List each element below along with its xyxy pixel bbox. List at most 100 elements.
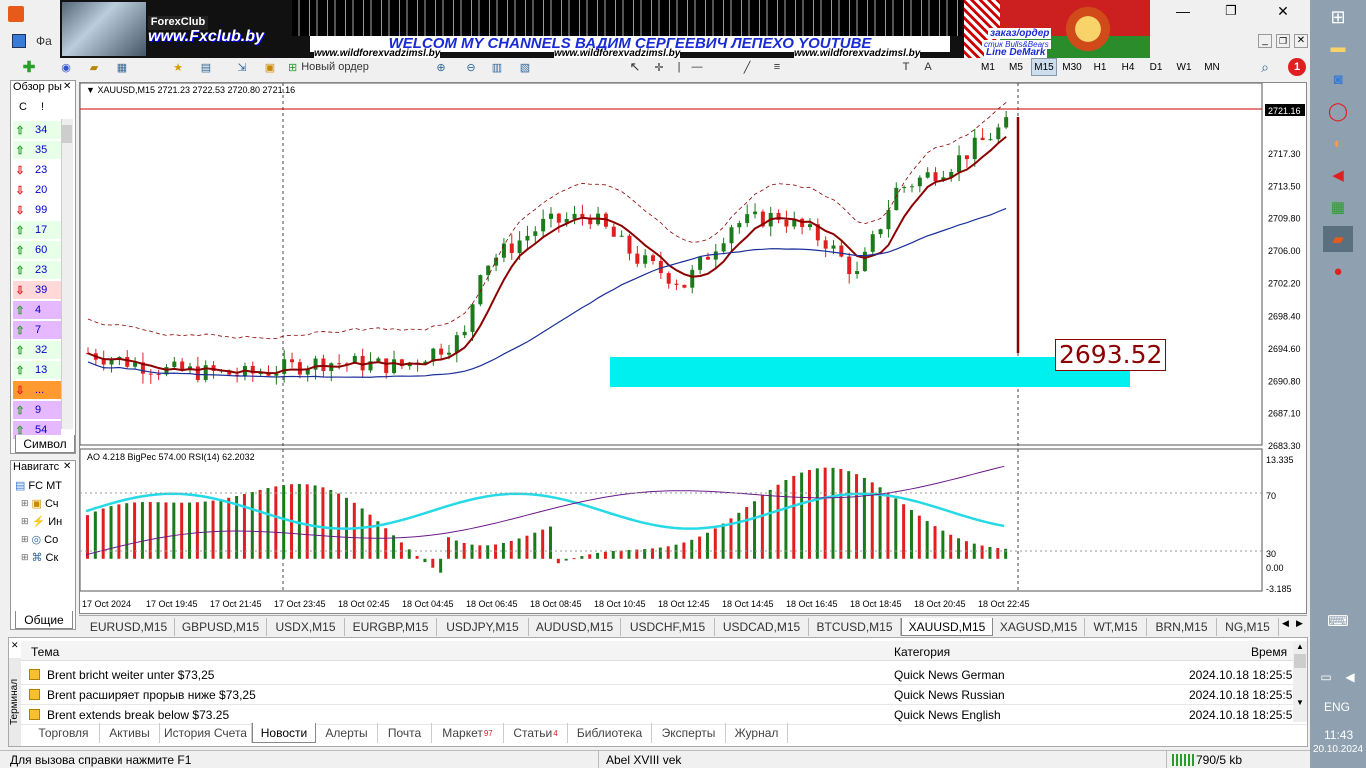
market-watch-tab[interactable]: Символ (15, 435, 75, 453)
explorer-icon[interactable]: ▬ (1323, 34, 1353, 60)
timeframe-m1[interactable]: M1 (975, 58, 1001, 76)
close-button[interactable]: ✕ (1256, 0, 1310, 22)
market-watch-icon[interactable]: ▰ (84, 58, 104, 76)
expand-icon[interactable]: ⊞ (21, 552, 29, 563)
clock-date[interactable]: 20.10.2024 (1310, 744, 1366, 755)
zoom-out-icon[interactable]: ⊖ (462, 58, 480, 76)
terminal-close-icon[interactable]: ✕ (11, 640, 19, 651)
symbol-tab[interactable]: USDCAD,M15 (715, 618, 809, 636)
market-watch-row[interactable]: ⇧ 23 (13, 261, 61, 279)
symbol-tab[interactable]: NG,M15 (1217, 618, 1279, 636)
market-watch-row[interactable]: ⇧ 32 (13, 341, 61, 359)
symbol-tab[interactable]: BRN,M15 (1147, 618, 1217, 636)
label-tool-icon[interactable]: A (922, 58, 934, 76)
market-watch-col-symbol[interactable]: С (19, 101, 27, 113)
market-watch-row[interactable]: ⇧ 34 (13, 121, 61, 139)
clock-time[interactable]: 11:43 (1324, 728, 1353, 742)
scroll-up-icon[interactable]: ▲ (1293, 642, 1307, 651)
terminal-tab[interactable]: История Счета (160, 723, 252, 743)
search-icon[interactable]: ⌕ (1256, 58, 1274, 76)
trendline-icon[interactable]: ╱ (740, 58, 754, 76)
navigator-icon[interactable]: ★ (168, 58, 188, 76)
col-topic[interactable]: Тема (31, 645, 59, 659)
navigator-tab[interactable]: Общие (15, 611, 73, 629)
symbol-tab[interactable]: BTCUSD,M15 (809, 618, 901, 636)
symbol-tab[interactable]: EURUSD,M15 (83, 618, 175, 636)
paint-icon[interactable]: ◐ (1323, 130, 1353, 156)
terminal-tab[interactable]: Торговля (28, 723, 100, 743)
terminal-tab[interactable]: Новости (252, 723, 316, 743)
symbol-tab[interactable]: EURGBP,M15 (345, 618, 437, 636)
symtab-scroll-left-icon[interactable]: ◀ (1282, 618, 1289, 629)
col-category[interactable]: Категория (894, 645, 950, 659)
market-watch-row[interactable]: ⇩... (13, 381, 61, 399)
market-watch-col-price[interactable]: ! (41, 101, 44, 113)
vline-icon[interactable]: | (674, 58, 684, 76)
menu-file[interactable]: Фа (36, 34, 52, 48)
market-watch-row[interactable]: ⇩ 23 (13, 161, 61, 179)
calculator-icon[interactable]: ▦ (1323, 194, 1353, 220)
market-watch-row[interactable]: ⇧ 13 (13, 361, 61, 379)
keyboard-icon[interactable]: ⌨ (1323, 608, 1353, 634)
symtab-scroll-right-icon[interactable]: ▶ (1296, 618, 1303, 629)
navigator-close-icon[interactable]: ✕ (63, 461, 71, 472)
terminal-icon[interactable]: ▤ (196, 58, 216, 76)
scroll-thumb[interactable] (1294, 654, 1306, 668)
terminal-tab[interactable]: Алерты (316, 723, 378, 743)
tile-icon[interactable]: ▥ (488, 58, 506, 76)
market-watch-row[interactable]: ⇧ 35 (13, 141, 61, 159)
timeframe-mn[interactable]: MN (1199, 58, 1225, 76)
symbol-tab[interactable]: XAUUSD,M15 (901, 618, 993, 636)
market-watch-row[interactable]: ⇧ 4 (13, 301, 61, 319)
news-row[interactable]: Brent extends break below $73.25 Quick Ne… (21, 705, 1307, 725)
symbol-tab[interactable]: GBPUSD,M15 (175, 618, 267, 636)
symbol-tab[interactable]: USDJPY,M15 (437, 618, 529, 636)
cursor-icon[interactable]: ↖ (628, 58, 642, 76)
expand-icon[interactable]: ⊞ (21, 498, 29, 509)
symbol-tab[interactable]: USDCHF,M15 (621, 618, 715, 636)
fibo-icon[interactable]: ≡ (770, 58, 784, 76)
terminal-tab[interactable]: Активы (100, 723, 160, 743)
navigator-item[interactable]: ⊞ ⚡ Ин (21, 515, 62, 529)
timeframe-h1[interactable]: H1 (1087, 58, 1113, 76)
symbol-tab[interactable]: AUDUSD,M15 (529, 618, 621, 636)
notifications-badge[interactable]: 1 (1288, 58, 1306, 76)
expand-icon[interactable]: ⊞ (21, 516, 29, 527)
language-indicator[interactable]: ENG (1324, 700, 1350, 714)
scroll-thumb[interactable] (62, 125, 72, 143)
terminal-tab[interactable]: Маркет 97 (432, 723, 504, 743)
terminal-tab[interactable]: Статьи 4 (504, 723, 568, 743)
crosshair-icon[interactable]: ✛ (652, 58, 666, 76)
autotrading-icon[interactable]: ▣ (260, 58, 280, 76)
terminal-tab[interactable]: Почта (378, 723, 432, 743)
navigator-item[interactable]: ⊞ ⌘ Ск (21, 551, 58, 565)
timeframe-m15[interactable]: M15 (1031, 58, 1057, 76)
expand-icon[interactable]: ⊞ (21, 534, 29, 545)
market-watch-close-icon[interactable]: ✕ (63, 81, 71, 92)
child-minimize-button[interactable]: _ (1258, 34, 1272, 48)
news-row[interactable]: Brent bricht weiter unter $73,25 Quick Ne… (21, 665, 1307, 685)
autoscroll-icon[interactable]: ▧ (516, 58, 534, 76)
terminal-tab[interactable]: Библиотека (568, 723, 652, 743)
network-icon[interactable]: ▭ (1316, 664, 1336, 690)
col-time[interactable]: Время (1251, 645, 1287, 659)
market-watch-scrollbar[interactable] (61, 119, 73, 429)
market-watch-row[interactable]: ⇩ 39 (13, 281, 61, 299)
terminal-tab[interactable]: Журнал (726, 723, 788, 743)
market-watch-row[interactable]: ⇧ 60 (13, 241, 61, 259)
market-watch-row[interactable]: ⇩ 99 (13, 201, 61, 219)
news-row[interactable]: Brent расширяет прорыв ниже $73,25 Quick … (21, 685, 1307, 705)
market-watch-row[interactable]: ⇩ 20 (13, 181, 61, 199)
tester-icon[interactable]: ⇲ (232, 58, 252, 76)
child-restore-button[interactable]: ❐ (1276, 34, 1290, 48)
zoom-in-icon[interactable]: ⊕ (432, 58, 450, 76)
data-window-icon[interactable]: ▦ (112, 58, 132, 76)
market-watch-row[interactable]: ⇧ 9 (13, 401, 61, 419)
navigator-root[interactable]: ▤ FC MT (15, 479, 62, 493)
navigator-item[interactable]: ⊞ ▣ Сч (21, 497, 59, 511)
outlook-icon[interactable]: ◙ (1323, 66, 1353, 92)
scroll-down-icon[interactable]: ▼ (1293, 698, 1307, 707)
timeframe-h4[interactable]: H4 (1115, 58, 1141, 76)
timeframe-d1[interactable]: D1 (1143, 58, 1169, 76)
price-chart[interactable]: 2721.16 2717.30 2713.50 2709.80 2706.00 2702.… (79, 82, 1307, 614)
